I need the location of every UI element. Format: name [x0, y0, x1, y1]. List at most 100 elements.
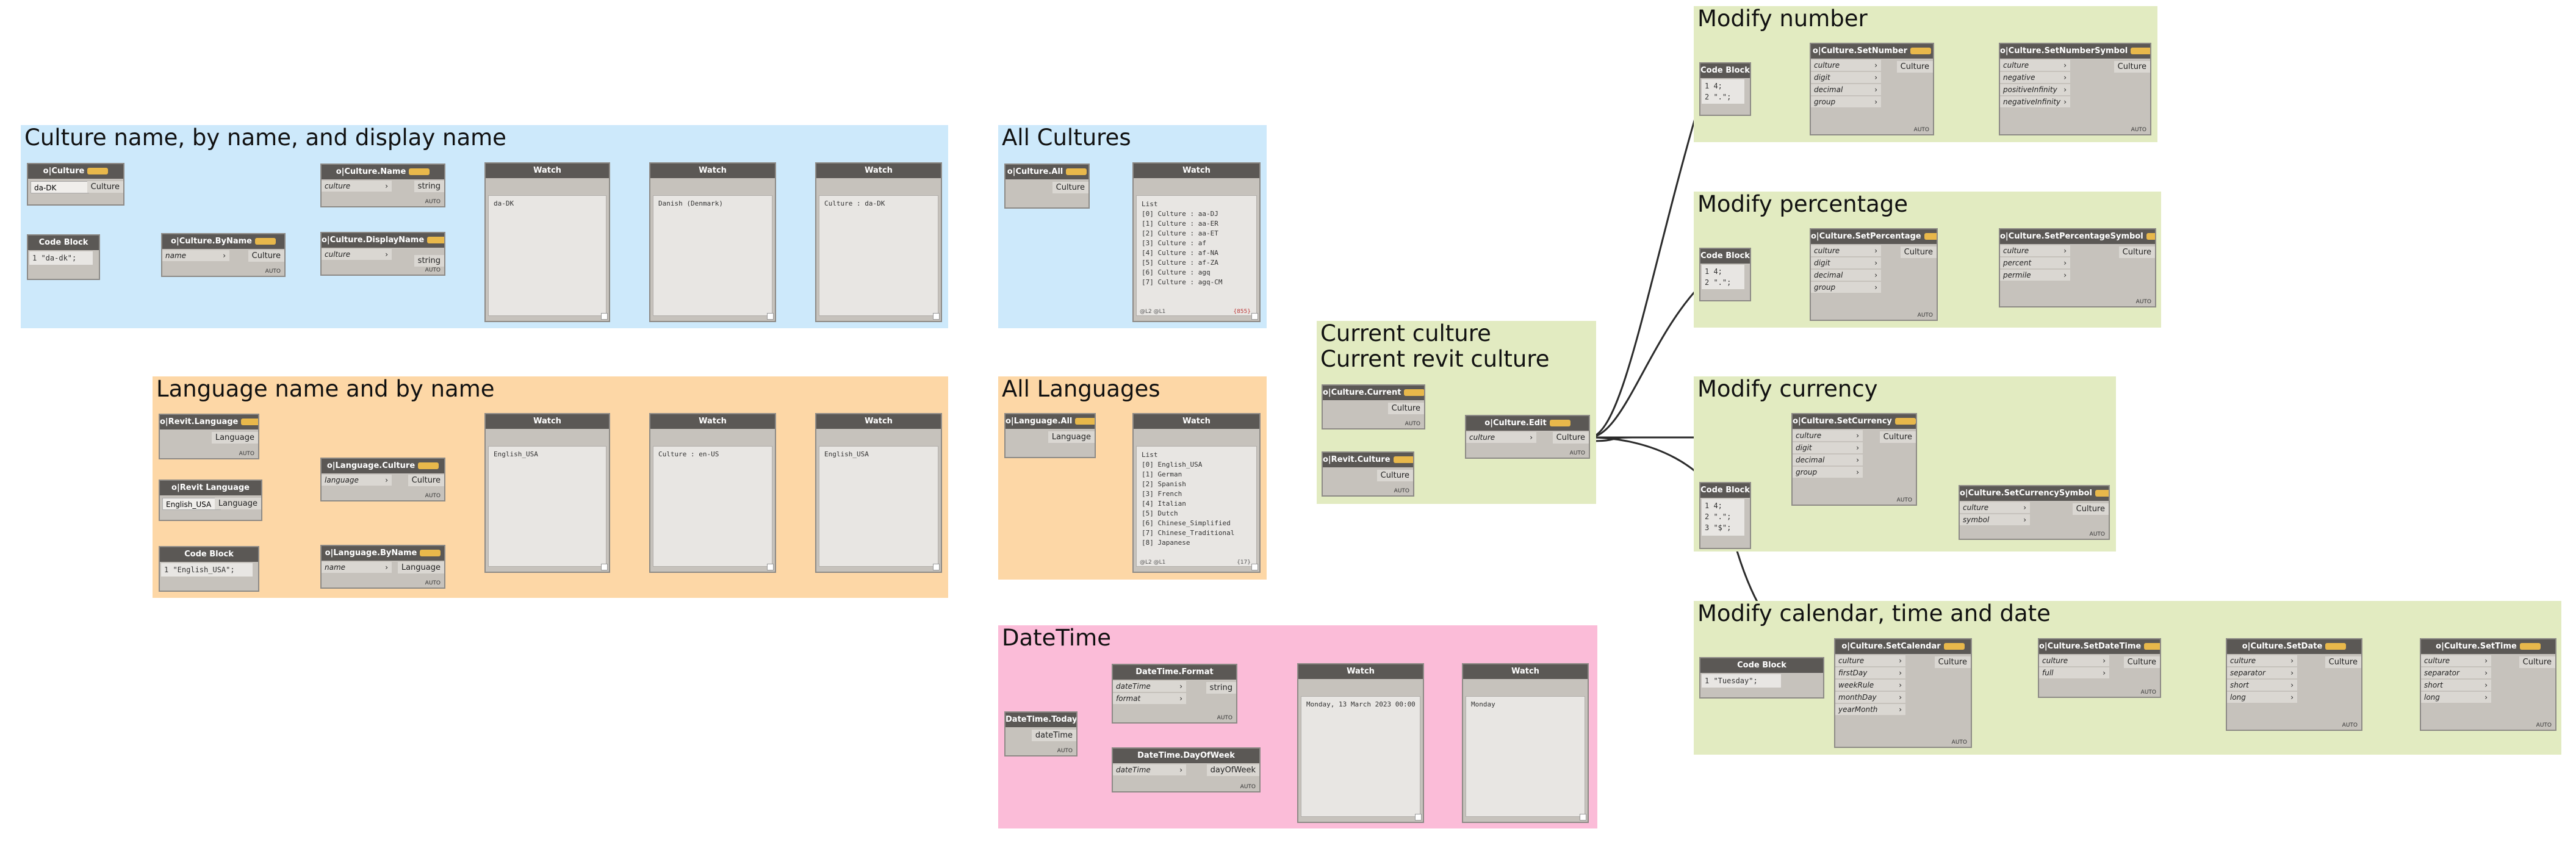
output-port[interactable]: string	[414, 255, 444, 267]
input-port[interactable]: firstDay ›	[1835, 667, 1905, 679]
resize-handle[interactable]	[933, 564, 940, 570]
input-port[interactable]: culture ›	[1793, 430, 1863, 442]
output-port[interactable]: Language	[397, 562, 444, 573]
input-port[interactable]: culture ›	[322, 181, 392, 192]
set-currency-symbol-node[interactable]: o|Culture.SetCurrencySymbol Culture AUTO…	[1959, 485, 2110, 540]
input-port[interactable]: culture ›	[2039, 655, 2109, 667]
culture-edit-node[interactable]: o|Culture.Edit culture › Culture AUTO	[1465, 415, 1590, 459]
input-port[interactable]: digit ›	[1811, 72, 1881, 84]
input-port[interactable]: group ›	[1811, 96, 1881, 108]
input-port[interactable]: negativeInfinity ›	[2000, 96, 2070, 108]
input-port[interactable]: monthDay ›	[1835, 692, 1905, 703]
culture-select[interactable]: da-DK	[31, 181, 89, 193]
input-port[interactable]: symbol ›	[1960, 514, 2030, 526]
revit-language-dropdown-node[interactable]: o|Revit Language English_USA Language	[159, 480, 262, 521]
watch-node[interactable]: Watch Monday	[1462, 663, 1589, 823]
input-port[interactable]: culture ›	[1835, 655, 1905, 667]
watch-node[interactable]: Watch da-DK	[484, 162, 610, 322]
output-port[interactable]: Culture	[2325, 656, 2361, 668]
watch-node[interactable]: Watch Danish (Denmark)	[649, 162, 776, 322]
input-port[interactable]: culture ›	[1811, 60, 1881, 71]
output-port[interactable]: Culture	[408, 475, 444, 486]
set-percentage-symbol-node[interactable]: o|Culture.SetPercentageSymbol Culture AU…	[1999, 228, 2156, 307]
input-port[interactable]: format ›	[1113, 693, 1186, 705]
input-port[interactable]: culture ›	[1466, 432, 1536, 444]
code-block-node[interactable]: Code Block 1 4; 2 ".";	[1699, 62, 1751, 116]
output-port[interactable]: Culture	[2118, 246, 2155, 258]
input-port[interactable]: long ›	[2421, 692, 2491, 703]
culture-current-node[interactable]: o|Culture.Current Culture AUTO	[1322, 384, 1425, 429]
watch-node[interactable]: Watch Monday, 13 March 2023 00:00	[1297, 663, 1424, 823]
input-port[interactable]: culture ›	[2000, 60, 2070, 71]
set-currency-node[interactable]: o|Culture.SetCurrency Culture AUTO cultu…	[1791, 413, 1917, 506]
resize-handle[interactable]	[1415, 814, 1422, 821]
output-port[interactable]: string	[414, 181, 444, 192]
output-port[interactable]: Language	[211, 432, 258, 444]
set-time-node[interactable]: o|Culture.SetTime Culture AUTO culture › s…	[2420, 638, 2556, 731]
input-port[interactable]: short ›	[2227, 680, 2297, 691]
input-port[interactable]: separator ›	[2227, 667, 2297, 679]
input-port[interactable]: culture ›	[1811, 245, 1881, 257]
input-port[interactable]: digit ›	[1811, 257, 1881, 269]
resize-handle[interactable]	[1580, 814, 1586, 821]
output-port[interactable]: Culture	[1376, 470, 1413, 481]
input-port[interactable]: culture ›	[2227, 655, 2297, 667]
input-port[interactable]: decimal ›	[1811, 84, 1881, 96]
set-number-symbol-node[interactable]: o|Culture.SetNumberSymbol Culture AUTO c…	[1999, 43, 2151, 135]
code-block-node[interactable]: Code Block 1 4; 2 ".";	[1699, 248, 1751, 301]
input-port[interactable]: long ›	[2227, 692, 2297, 703]
culture-dropdown-node[interactable]: o|Culture da-DK Culture	[27, 163, 124, 206]
output-port[interactable]: Culture	[1900, 246, 1937, 258]
code-text[interactable]: 1 4; 2 "."; 3 "$";	[1702, 499, 1744, 536]
watch-node[interactable]: Watch English_USA	[815, 413, 942, 573]
output-port[interactable]: dayOfWeek	[1206, 764, 1259, 776]
watch-node[interactable]: Watch List [0] Culture : aa-DJ [1] Culture…	[1132, 162, 1261, 322]
revit-language-node[interactable]: o|Revit.Language Language AUTO	[159, 414, 259, 459]
datetime-dayofweek-node[interactable]: DateTime.DayOfWeek dateTime › dayOfWeek A…	[1112, 747, 1261, 792]
output-port[interactable]: Culture	[1896, 61, 1933, 73]
input-port[interactable]: name ›	[162, 250, 229, 262]
culture-displayname-node[interactable]: o|Culture.DisplayName culture › string AU…	[320, 232, 445, 276]
input-port[interactable]: dateTime ›	[1113, 681, 1186, 692]
input-port[interactable]: decimal ›	[1811, 270, 1881, 281]
resize-handle[interactable]	[767, 564, 774, 570]
watch-node[interactable]: Watch Culture : da-DK	[815, 162, 942, 322]
input-port[interactable]: positiveInfinity ›	[2000, 84, 2070, 96]
output-port[interactable]: Culture	[1387, 403, 1424, 414]
set-calendar-node[interactable]: o|Culture.SetCalendar Culture AUTO cultu…	[1834, 638, 1972, 748]
input-port[interactable]: name ›	[322, 562, 392, 573]
input-port[interactable]: digit ›	[1793, 442, 1863, 454]
set-number-node[interactable]: o|Culture.SetNumber Culture AUTO culture…	[1810, 43, 1934, 135]
output-port[interactable]: Culture	[1934, 656, 1971, 668]
culture-byname-node[interactable]: o|Culture.ByName name › Culture AUTO	[161, 233, 286, 277]
language-all-node[interactable]: o|Language.All Language	[1004, 413, 1096, 458]
watch-node[interactable]: Watch English_USA	[484, 413, 610, 573]
input-port[interactable]: group ›	[1793, 467, 1863, 478]
output-port[interactable]: Culture	[2114, 61, 2150, 73]
resize-handle[interactable]	[933, 313, 940, 320]
output-port[interactable]: Culture	[1879, 431, 1916, 443]
input-port[interactable]: culture ›	[1960, 502, 2030, 514]
input-port[interactable]: culture ›	[322, 249, 392, 261]
set-date-node[interactable]: o|Culture.SetDate Culture AUTO culture › s…	[2226, 638, 2362, 731]
watch-node[interactable]: Watch List [0] English_USA [1] German [2] S…	[1132, 413, 1261, 573]
output-port[interactable]: Culture	[2519, 656, 2555, 668]
culture-all-node[interactable]: o|Culture.All Culture	[1004, 163, 1090, 209]
input-port[interactable]: group ›	[1811, 282, 1881, 293]
output-port[interactable]: Culture	[2072, 503, 2109, 515]
output-port[interactable]: string	[1206, 682, 1236, 694]
input-port[interactable]: separator ›	[2421, 667, 2491, 679]
output-port[interactable]: Culture	[248, 250, 284, 262]
input-port[interactable]: culture ›	[2000, 245, 2070, 257]
code-block-node[interactable]: Code Block 1 4; 2 "."; 3 "$";	[1699, 482, 1751, 549]
resize-handle[interactable]	[601, 564, 608, 570]
code-text[interactable]: 1 "English_USA";	[161, 563, 253, 577]
code-text[interactable]: 1 4; 2 ".";	[1702, 265, 1744, 289]
output-port[interactable]: Culture	[1552, 432, 1589, 444]
language-culture-node[interactable]: o|Language.Culture language › Culture AUT…	[320, 458, 445, 501]
datetime-format-node[interactable]: DateTime.Format dateTime › format › string…	[1112, 664, 1237, 724]
input-port[interactable]: full ›	[2039, 667, 2109, 679]
input-port[interactable]: language ›	[322, 475, 392, 486]
code-block-node[interactable]: Code Block 1 "English_USA";	[159, 546, 259, 592]
resize-handle[interactable]	[767, 313, 774, 320]
